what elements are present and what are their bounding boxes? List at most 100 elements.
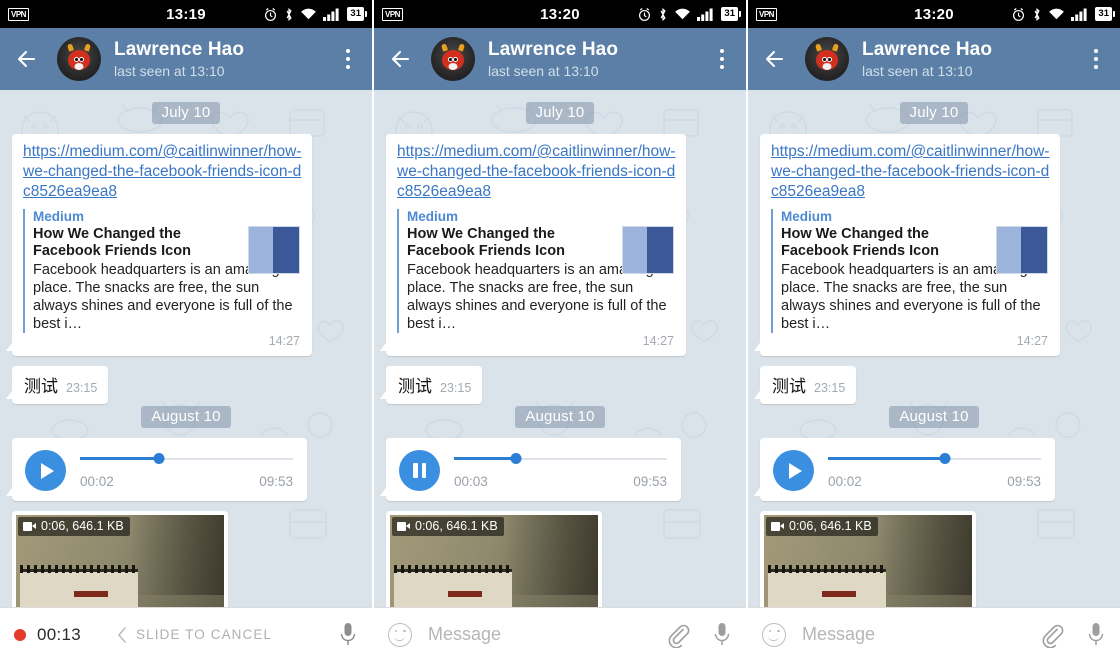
status-bar: VPN 13:19 31 (0, 0, 372, 28)
back-arrow-icon[interactable] (14, 44, 44, 74)
message-text: 测试 (24, 377, 58, 396)
status-bar: VPN 13:20 31 (748, 0, 1120, 28)
link-preview-card[interactable]: Medium How We Changed the Facebook Frien… (23, 209, 302, 333)
header-titles[interactable]: Lawrence Hao last seen at 13:10 (862, 39, 992, 79)
contact-name: Lawrence Hao (114, 39, 245, 61)
link-preview-thumbnail (622, 226, 674, 274)
message-bubble-link[interactable]: https://medium.com/@caitlinwinner/how-we… (754, 134, 1060, 356)
date-chip: August 10 (141, 406, 231, 428)
audio-seek-slider[interactable] (828, 453, 1041, 465)
slide-to-cancel[interactable]: SLIDE TO CANCEL (117, 626, 338, 643)
message-bubble-link[interactable]: https://medium.com/@caitlinwinner/how-we… (6, 134, 312, 356)
chat-header: Lawrence Hao last seen at 13:10 (0, 28, 372, 90)
message-bubble-text[interactable]: 测试 23:15 (753, 366, 857, 404)
audio-player: 00:03 09:53 (399, 450, 667, 491)
message-bubble-audio[interactable]: 00:02 09:53 (6, 438, 307, 501)
message-bubble-text[interactable]: 测试 23:15 (5, 366, 109, 404)
bluetooth-icon (661, 7, 667, 21)
link-preview-card[interactable]: Medium How We Changed the Facebook Frien… (771, 209, 1050, 333)
date-separator-row: July 10 (760, 102, 1108, 124)
link-preview-card[interactable]: Medium How We Changed the Facebook Frien… (397, 209, 676, 333)
audio-seek-knob[interactable] (153, 453, 165, 464)
audio-seek-knob[interactable] (939, 453, 951, 464)
date-separator-row: July 10 (386, 102, 734, 124)
message-link-url[interactable]: https://medium.com/@caitlinwinner/how-we… (23, 142, 302, 202)
video-camera-icon (771, 521, 784, 531)
avatar-eye-right (79, 57, 84, 62)
emoji-icon[interactable] (388, 622, 412, 647)
message-list[interactable]: July 10 https://medium.com/@caitlinwinne… (0, 90, 372, 607)
avatar[interactable] (805, 37, 849, 81)
status-bar: VPN 13:20 31 (374, 0, 746, 28)
message-input[interactable]: Message (428, 624, 666, 645)
message-list[interactable]: July 10 https://medium.com/@caitlinwinne… (374, 90, 746, 607)
avatar[interactable] (57, 37, 101, 81)
phone-screen-2: VPN 13:20 31 Lawrence Hao last seen at 1… (374, 0, 746, 661)
message-list[interactable]: July 10 https://medium.com/@caitlinwinne… (748, 90, 1120, 607)
alarm-clock-icon (639, 7, 651, 21)
message-text: 测试 (772, 377, 806, 396)
audio-duration: 09:53 (259, 473, 293, 489)
audio-controls: 00:02 09:53 (80, 453, 293, 489)
video-info-badge: 0:06, 646.1 KB (18, 517, 130, 536)
recording-timer: 00:13 (37, 624, 82, 644)
message-bubble-video[interactable]: 0:06, 646.1 KB (760, 511, 976, 607)
bluetooth-icon (1035, 7, 1041, 21)
message-bubble-video[interactable]: 0:06, 646.1 KB (12, 511, 228, 607)
header-titles[interactable]: Lawrence Hao last seen at 13:10 (114, 39, 244, 79)
message-link-url[interactable]: https://medium.com/@caitlinwinner/how-we… (397, 142, 676, 202)
paperclip-icon[interactable] (666, 622, 690, 648)
overflow-menu-icon[interactable] (1082, 41, 1110, 77)
play-button[interactable] (25, 450, 66, 491)
contact-name: Lawrence Hao (862, 39, 993, 61)
back-arrow-icon[interactable] (388, 44, 418, 74)
microphone-icon[interactable] (1086, 621, 1106, 649)
message-bubble-audio[interactable]: 00:02 09:53 (754, 438, 1055, 501)
back-arrow-icon[interactable] (762, 44, 792, 74)
overflow-menu-icon[interactable] (334, 41, 362, 77)
audio-progress-fill (828, 457, 946, 460)
play-button[interactable] (773, 450, 814, 491)
emoji-icon[interactable] (762, 622, 786, 647)
date-chip: August 10 (515, 406, 605, 428)
overflow-menu-icon[interactable] (708, 41, 736, 77)
message-timestamp: 23:15 (440, 381, 472, 395)
battery-icon: 31 (347, 7, 367, 21)
pause-button[interactable] (399, 450, 440, 491)
message-bubble-audio[interactable]: 00:03 09:53 (380, 438, 681, 501)
message-bubble-video[interactable]: 0:06, 646.1 KB (386, 511, 602, 607)
messages-container: July 10 https://medium.com/@caitlinwinne… (0, 90, 372, 607)
audio-progress-fill (454, 457, 516, 460)
phone-screen-1: VPN 13:19 31 Lawrence Hao last seen at 1… (0, 0, 372, 661)
avatar[interactable] (431, 37, 475, 81)
audio-seek-slider[interactable] (80, 453, 293, 465)
microphone-icon[interactable] (338, 621, 358, 649)
audio-duration: 09:53 (633, 473, 667, 489)
audio-progress-fill (80, 457, 159, 460)
video-info-badge: 0:06, 646.1 KB (392, 517, 504, 536)
message-input[interactable]: Message (802, 624, 1040, 645)
status-icon-group: 31 (637, 7, 741, 22)
play-icon (40, 462, 54, 479)
microphone-icon[interactable] (712, 621, 732, 649)
audio-player: 00:02 09:53 (25, 450, 293, 491)
message-link-url[interactable]: https://medium.com/@caitlinwinner/how-we… (771, 142, 1050, 202)
wifi-icon (675, 8, 691, 20)
audio-controls: 00:03 09:53 (454, 453, 667, 489)
message-timestamp: 14:27 (642, 334, 674, 348)
video-meta: 0:06, 646.1 KB (415, 519, 498, 533)
date-separator-row: July 10 (12, 102, 360, 124)
recording-indicator-icon (14, 628, 26, 641)
play-icon (788, 462, 802, 479)
chat-header: Lawrence Hao last seen at 13:10 (374, 28, 746, 90)
audio-position: 00:02 (80, 473, 114, 489)
battery-icon: 31 (721, 7, 741, 21)
audio-controls: 00:02 09:53 (828, 453, 1041, 489)
paperclip-icon[interactable] (1040, 622, 1064, 648)
message-bubble-link[interactable]: https://medium.com/@caitlinwinner/how-we… (380, 134, 686, 356)
audio-seek-slider[interactable] (454, 453, 667, 465)
contact-name: Lawrence Hao (488, 39, 619, 61)
message-bubble-text[interactable]: 测试 23:15 (379, 366, 483, 404)
audio-seek-knob[interactable] (510, 453, 522, 464)
header-titles[interactable]: Lawrence Hao last seen at 13:10 (488, 39, 618, 79)
